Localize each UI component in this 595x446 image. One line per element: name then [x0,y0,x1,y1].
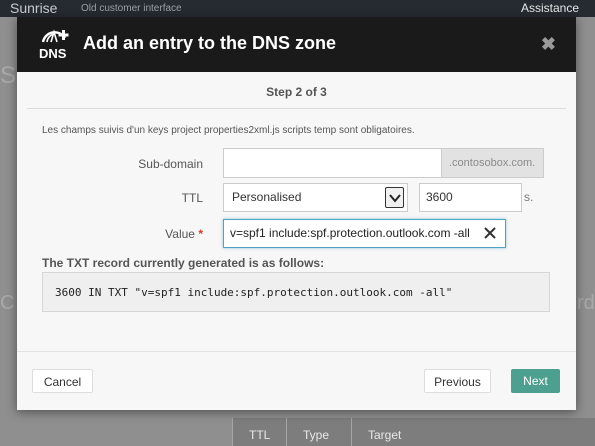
ttl-label: TTL [181,191,203,205]
cancel-button[interactable]: Cancel [32,369,93,393]
txt-record-heading: The TXT record currently generated is as… [42,256,325,270]
footer-divider [17,351,576,352]
ttl-value-input[interactable]: 3600 [419,183,522,212]
ttl-selected-option: Personalised [232,190,302,204]
background-table-header: TTL Type Target [232,418,595,446]
dialog-title: Add an entry to the DNS zone [83,33,337,53]
next-button[interactable]: Next [511,369,560,393]
value-label-text: Value [165,227,195,241]
chevron-down-icon[interactable] [385,187,404,208]
txt-record-preview: 3600 IN TXT "v=spf1 include:spf.protecti… [42,272,550,312]
add-dns-entry-dialog: DNS Add an entry to the DNS zone ✖ Step … [17,17,576,410]
subdomain-label: Sub-domain [138,157,203,171]
ttl-unit: s. [524,190,534,204]
value-input[interactable]: v=spf1 include:spf.protection.outlook.co… [223,219,506,248]
brand-name[interactable]: Sunrise [10,0,57,16]
background-fragment: rd [577,292,595,314]
value-label: Value * [117,227,203,241]
dns-logo-text: DNS [39,46,67,61]
previous-button[interactable]: Previous [424,369,491,393]
step-indicator: Step 2 of 3 [266,85,327,99]
ttl-select[interactable]: Personalised [223,183,408,212]
background-fragment: C [0,292,15,314]
subdomain-input[interactable] [223,148,443,178]
app-top-bar: Sunrise Old customer interface Assistanc… [0,0,595,17]
dns-globe-icon: DNS [39,29,69,61]
column-header-target: Target [351,418,595,446]
close-button[interactable]: ✖ [541,35,556,53]
dialog-header: DNS Add an entry to the DNS zone ✖ [17,17,576,72]
column-header-ttl: TTL [232,418,286,446]
old-interface-link[interactable]: Old customer interface [81,3,182,14]
subdomain-suffix: .contosobox.com. [441,148,544,178]
assistance-link[interactable]: Assistance [521,1,579,15]
column-header-type: Type [286,418,351,446]
clear-icon[interactable] [482,225,498,241]
required-fields-note: Les champs suivis d'un keys project prop… [42,125,415,136]
divider [27,108,566,109]
required-marker: * [198,227,203,241]
